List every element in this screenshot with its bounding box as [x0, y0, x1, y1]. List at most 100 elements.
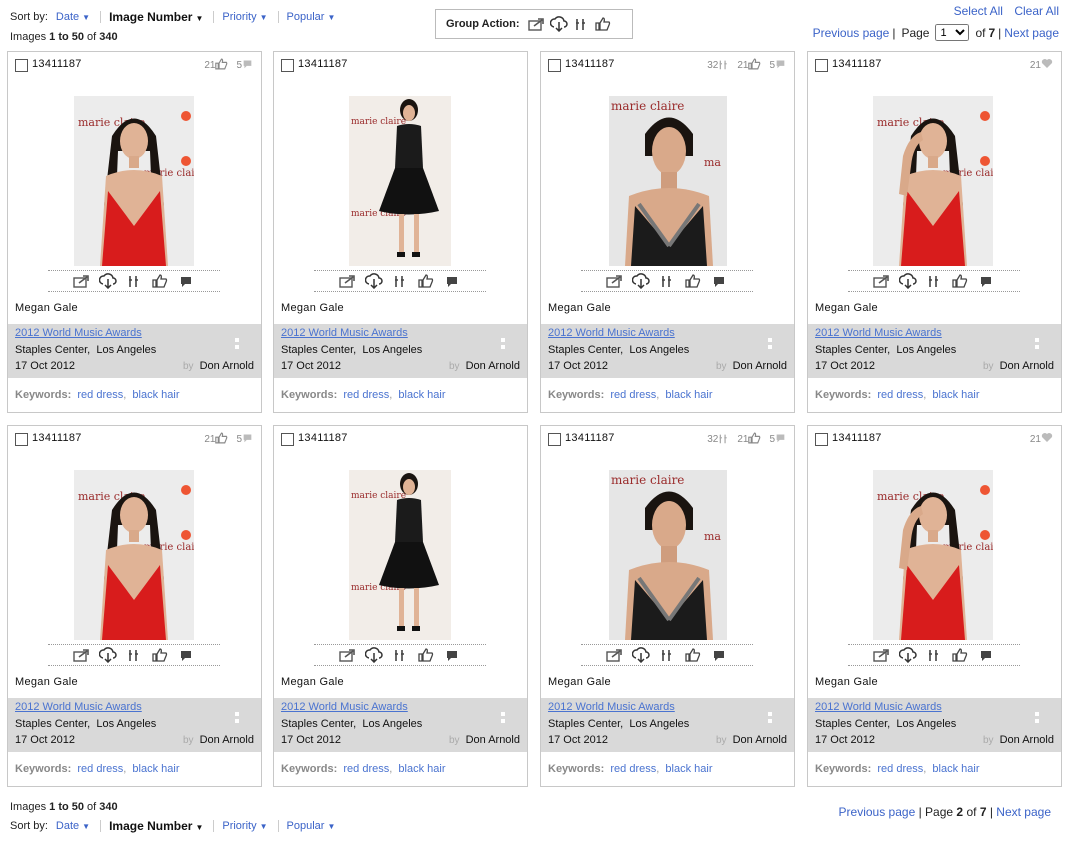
thumbs-up-icon[interactable] — [415, 272, 437, 290]
keyword-link[interactable]: black hair — [932, 389, 979, 401]
download-icon[interactable] — [97, 646, 119, 664]
select-checkbox[interactable] — [815, 433, 828, 446]
comment-icon[interactable] — [175, 646, 197, 664]
share-icon[interactable] — [337, 646, 359, 664]
keyword-link[interactable]: black hair — [132, 763, 179, 775]
sort-date[interactable]: Date ▼ — [56, 820, 100, 832]
thumbnail-image[interactable]: marie clairemarie claire — [873, 470, 995, 640]
sort-image-number[interactable]: Image Number ▼ — [109, 819, 213, 833]
keyword-link[interactable]: red dress — [343, 389, 389, 401]
event-link[interactable]: 2012 World Music Awards — [548, 327, 787, 339]
comment-icon[interactable] — [441, 272, 463, 290]
pin-icon[interactable] — [123, 272, 145, 290]
comment-icon[interactable] — [708, 272, 730, 290]
select-checkbox[interactable] — [548, 433, 561, 446]
keyword-link[interactable]: red dress — [610, 763, 656, 775]
download-icon[interactable] — [548, 15, 570, 33]
select-checkbox[interactable] — [815, 59, 828, 72]
keyword-link[interactable]: red dress — [343, 763, 389, 775]
page-select[interactable]: 1 — [935, 24, 970, 41]
comment-icon[interactable] — [175, 272, 197, 290]
sort-date[interactable]: Date ▼ — [56, 11, 100, 23]
comment-icon[interactable] — [975, 272, 997, 290]
keyword-link[interactable]: black hair — [932, 763, 979, 775]
select-checkbox[interactable] — [15, 59, 28, 72]
thumbs-up-icon[interactable] — [682, 646, 704, 664]
pin-icon[interactable] — [389, 646, 411, 664]
keyword-link[interactable]: black hair — [665, 763, 712, 775]
keyword-link[interactable]: red dress — [610, 389, 656, 401]
share-icon[interactable] — [71, 272, 93, 290]
download-icon[interactable] — [897, 272, 919, 290]
thumbs-up-icon[interactable] — [149, 646, 171, 664]
sort-popular[interactable]: Popular ▼ — [287, 820, 346, 832]
share-icon[interactable] — [871, 272, 893, 290]
thumbnail-image[interactable]: marie clairemarie claire — [74, 96, 194, 266]
thumbs-up-icon[interactable] — [149, 272, 171, 290]
thumbnail-image[interactable]: marie claire ma — [609, 470, 727, 640]
select-all-link[interactable]: Select All — [954, 4, 1003, 18]
event-link[interactable]: 2012 World Music Awards — [281, 327, 520, 339]
select-checkbox[interactable] — [15, 433, 28, 446]
event-link[interactable]: 2012 World Music Awards — [548, 701, 787, 713]
thumbnail-image[interactable]: marie clairemarie claire — [74, 470, 194, 640]
keyword-link[interactable]: black hair — [398, 389, 445, 401]
download-icon[interactable] — [630, 272, 652, 290]
previous-page-link[interactable]: Previous page — [839, 805, 916, 819]
share-icon[interactable] — [526, 15, 548, 33]
event-link[interactable]: 2012 World Music Awards — [815, 327, 1054, 339]
comment-icon[interactable] — [441, 646, 463, 664]
event-link[interactable]: 2012 World Music Awards — [15, 701, 254, 713]
keyword-link[interactable]: black hair — [398, 763, 445, 775]
share-icon[interactable] — [871, 646, 893, 664]
select-checkbox[interactable] — [281, 59, 294, 72]
download-icon[interactable] — [363, 272, 385, 290]
thumbnail-image[interactable]: marie clairemarie claire — [873, 96, 995, 266]
pin-icon[interactable] — [923, 646, 945, 664]
select-checkbox[interactable] — [281, 433, 294, 446]
event-link[interactable]: 2012 World Music Awards — [15, 327, 254, 339]
thumbs-up-icon[interactable] — [949, 272, 971, 290]
share-icon[interactable] — [604, 272, 626, 290]
pin-icon[interactable] — [123, 646, 145, 664]
thumbnail-image[interactable]: marie clairemarie claire — [349, 470, 451, 640]
thumbs-up-icon[interactable] — [682, 272, 704, 290]
comment-icon[interactable] — [708, 646, 730, 664]
download-icon[interactable] — [97, 272, 119, 290]
thumbs-up-icon[interactable] — [949, 646, 971, 664]
sort-priority[interactable]: Priority ▼ — [222, 820, 277, 832]
previous-page-link[interactable]: Previous page — [813, 26, 890, 40]
share-icon[interactable] — [337, 272, 359, 290]
pin-icon[interactable] — [656, 272, 678, 290]
pin-icon[interactable] — [389, 272, 411, 290]
pin-icon[interactable] — [923, 272, 945, 290]
keyword-link[interactable]: red dress — [877, 763, 923, 775]
sort-popular[interactable]: Popular ▼ — [287, 11, 346, 23]
city: Los Angeles — [96, 344, 157, 356]
next-page-link[interactable]: Next page — [1004, 26, 1059, 40]
select-checkbox[interactable] — [548, 59, 561, 72]
share-icon[interactable] — [604, 646, 626, 664]
next-page-link[interactable]: Next page — [996, 805, 1051, 819]
keyword-link[interactable]: red dress — [77, 389, 123, 401]
thumbs-up-icon[interactable] — [415, 646, 437, 664]
pin-icon[interactable] — [570, 15, 592, 33]
event-link[interactable]: 2012 World Music Awards — [815, 701, 1054, 713]
download-icon[interactable] — [630, 646, 652, 664]
keyword-link[interactable]: red dress — [77, 763, 123, 775]
thumbs-up-icon[interactable] — [592, 15, 614, 33]
comment-icon[interactable] — [975, 646, 997, 664]
thumbnail-image[interactable]: marie claire ma — [609, 96, 727, 266]
keyword-link[interactable]: black hair — [132, 389, 179, 401]
keyword-link[interactable]: red dress — [877, 389, 923, 401]
share-icon[interactable] — [71, 646, 93, 664]
sort-priority[interactable]: Priority ▼ — [222, 11, 277, 23]
clear-all-link[interactable]: Clear All — [1014, 4, 1059, 18]
event-link[interactable]: 2012 World Music Awards — [281, 701, 520, 713]
download-icon[interactable] — [897, 646, 919, 664]
pin-icon[interactable] — [656, 646, 678, 664]
keyword-link[interactable]: black hair — [665, 389, 712, 401]
thumbnail-image[interactable]: marie clairemarie claire — [349, 96, 451, 266]
download-icon[interactable] — [363, 646, 385, 664]
sort-image-number[interactable]: Image Number ▼ — [109, 10, 213, 24]
